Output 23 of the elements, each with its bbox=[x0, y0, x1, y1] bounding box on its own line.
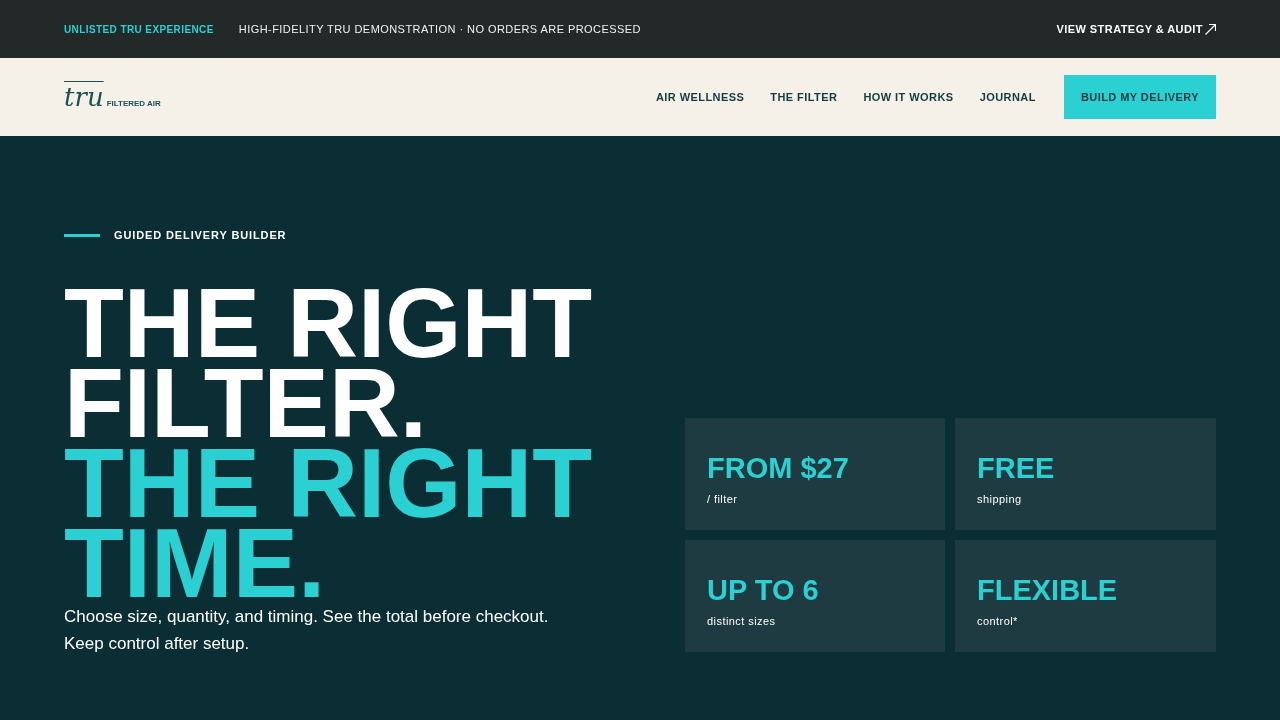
stat-value: FREE bbox=[977, 451, 1055, 485]
stat-label: control* bbox=[977, 614, 1018, 629]
experience-label: UNLISTED TRU EXPERIENCE bbox=[64, 22, 214, 37]
stat-value: FROM $27 bbox=[707, 451, 849, 485]
stat-label: shipping bbox=[977, 492, 1022, 507]
nav-link[interactable]: THE FILTER bbox=[770, 88, 838, 106]
build-delivery-button[interactable]: BUILD MY DELIVERY bbox=[1063, 75, 1216, 119]
brand-logo[interactable]: tru FILTERED AIR bbox=[64, 84, 161, 110]
headline: THE RIGHT FILTER. bbox=[64, 283, 594, 443]
accent-line bbox=[64, 233, 100, 237]
strategy-link[interactable]: VIEW STRATEGY & AUDIT bbox=[1056, 20, 1216, 38]
stat-value: FLEXIBLE bbox=[977, 573, 1118, 607]
stat-label: / filter bbox=[707, 492, 738, 507]
stat-value: UP TO 6 bbox=[707, 573, 819, 607]
arrow-up-right-icon bbox=[1205, 23, 1216, 35]
eyebrow-label: GUIDED DELIVERY BUILDER bbox=[114, 227, 287, 243]
nav-link[interactable]: JOURNAL bbox=[979, 88, 1036, 106]
hero-description: Choose size, quantity, and timing. See the total before checkout. Keep control after setup. bbox=[64, 606, 550, 655]
demo-notice: HIGH-FIDELITY TRU DEMONSTRATION · NO ORDERS ARE PROCESSED bbox=[238, 21, 641, 37]
nav-link[interactable]: HOW IT WORKS bbox=[863, 88, 954, 106]
headline-accent: THE RIGHT TIME. bbox=[64, 443, 594, 603]
nav-link[interactable]: AIR WELLNESS bbox=[655, 88, 745, 106]
stat-label: distinct sizes bbox=[707, 614, 776, 629]
